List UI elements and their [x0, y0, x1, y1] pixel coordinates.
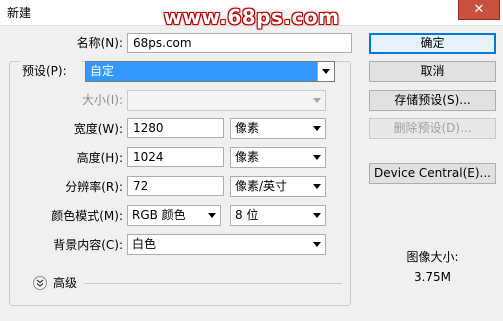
chevron-down-icon: [313, 126, 321, 131]
background-select[interactable]: 白色: [127, 234, 326, 255]
name-input[interactable]: 68ps.com: [127, 33, 352, 53]
bit-depth-select[interactable]: 8 位: [230, 205, 326, 226]
delete-preset-button[interactable]: 删除预设(D)...: [369, 118, 496, 139]
color-mode-value: RGB 颜色: [132, 208, 186, 222]
resolution-label: 分辨率(R):: [65, 180, 123, 194]
height-label: 高度(H):: [76, 151, 123, 165]
size-label: 大小(I):: [82, 93, 123, 107]
chevron-down-icon: [313, 184, 321, 189]
resolution-unit-select[interactable]: 像素/英寸: [230, 176, 326, 197]
chevron-down-icon: [322, 69, 330, 74]
preset-value: 自定: [90, 64, 115, 78]
image-size-label: 图像大小:: [406, 250, 459, 264]
chevron-down-icon: [313, 98, 321, 103]
color-mode-select[interactable]: RGB 颜色: [127, 205, 221, 226]
watermark: www.68ps.com: [163, 5, 340, 29]
chevron-down-icon: [313, 213, 321, 218]
double-chevron-down-icon[interactable]: [33, 276, 47, 290]
width-label: 宽度(W):: [73, 122, 123, 136]
resolution-unit-value: 像素/英寸: [235, 179, 288, 193]
color-mode-label: 颜色模式(M):: [51, 209, 123, 223]
save-preset-button[interactable]: 存储预设(S)...: [369, 90, 496, 111]
resolution-input[interactable]: 72: [127, 176, 224, 196]
device-central-button[interactable]: Device Central(E)...: [369, 163, 496, 184]
advanced-label[interactable]: 高级: [53, 274, 77, 292]
close-button[interactable]: ✕: [458, 0, 500, 20]
height-input[interactable]: 1024: [127, 147, 224, 167]
width-unit-value: 像素: [235, 121, 260, 135]
preset-label: 预设(P):: [20, 61, 82, 81]
width-input[interactable]: 1280: [127, 118, 224, 138]
bit-depth-value: 8 位: [235, 208, 259, 222]
close-icon: ✕: [473, 2, 485, 17]
chevron-down-icon: [208, 213, 216, 218]
chevron-down-icon: [313, 155, 321, 160]
advanced-divider: [84, 283, 342, 284]
title-bar: 新建 www.68ps.com ✕: [0, 0, 503, 29]
height-unit-value: 像素: [235, 150, 260, 164]
ok-button[interactable]: 确定: [369, 33, 496, 54]
size-select[interactable]: [127, 90, 326, 111]
cancel-button[interactable]: 取消: [369, 61, 496, 82]
background-value: 白色: [132, 237, 157, 251]
height-unit-select[interactable]: 像素: [230, 147, 326, 168]
name-label: 名称(N):: [76, 36, 123, 50]
background-label: 背景内容(C):: [53, 238, 123, 252]
chevron-down-icon: [313, 242, 321, 247]
image-size-value: 3.75M: [413, 270, 452, 284]
preset-select[interactable]: 自定: [85, 61, 335, 82]
width-unit-select[interactable]: 像素: [230, 118, 326, 139]
